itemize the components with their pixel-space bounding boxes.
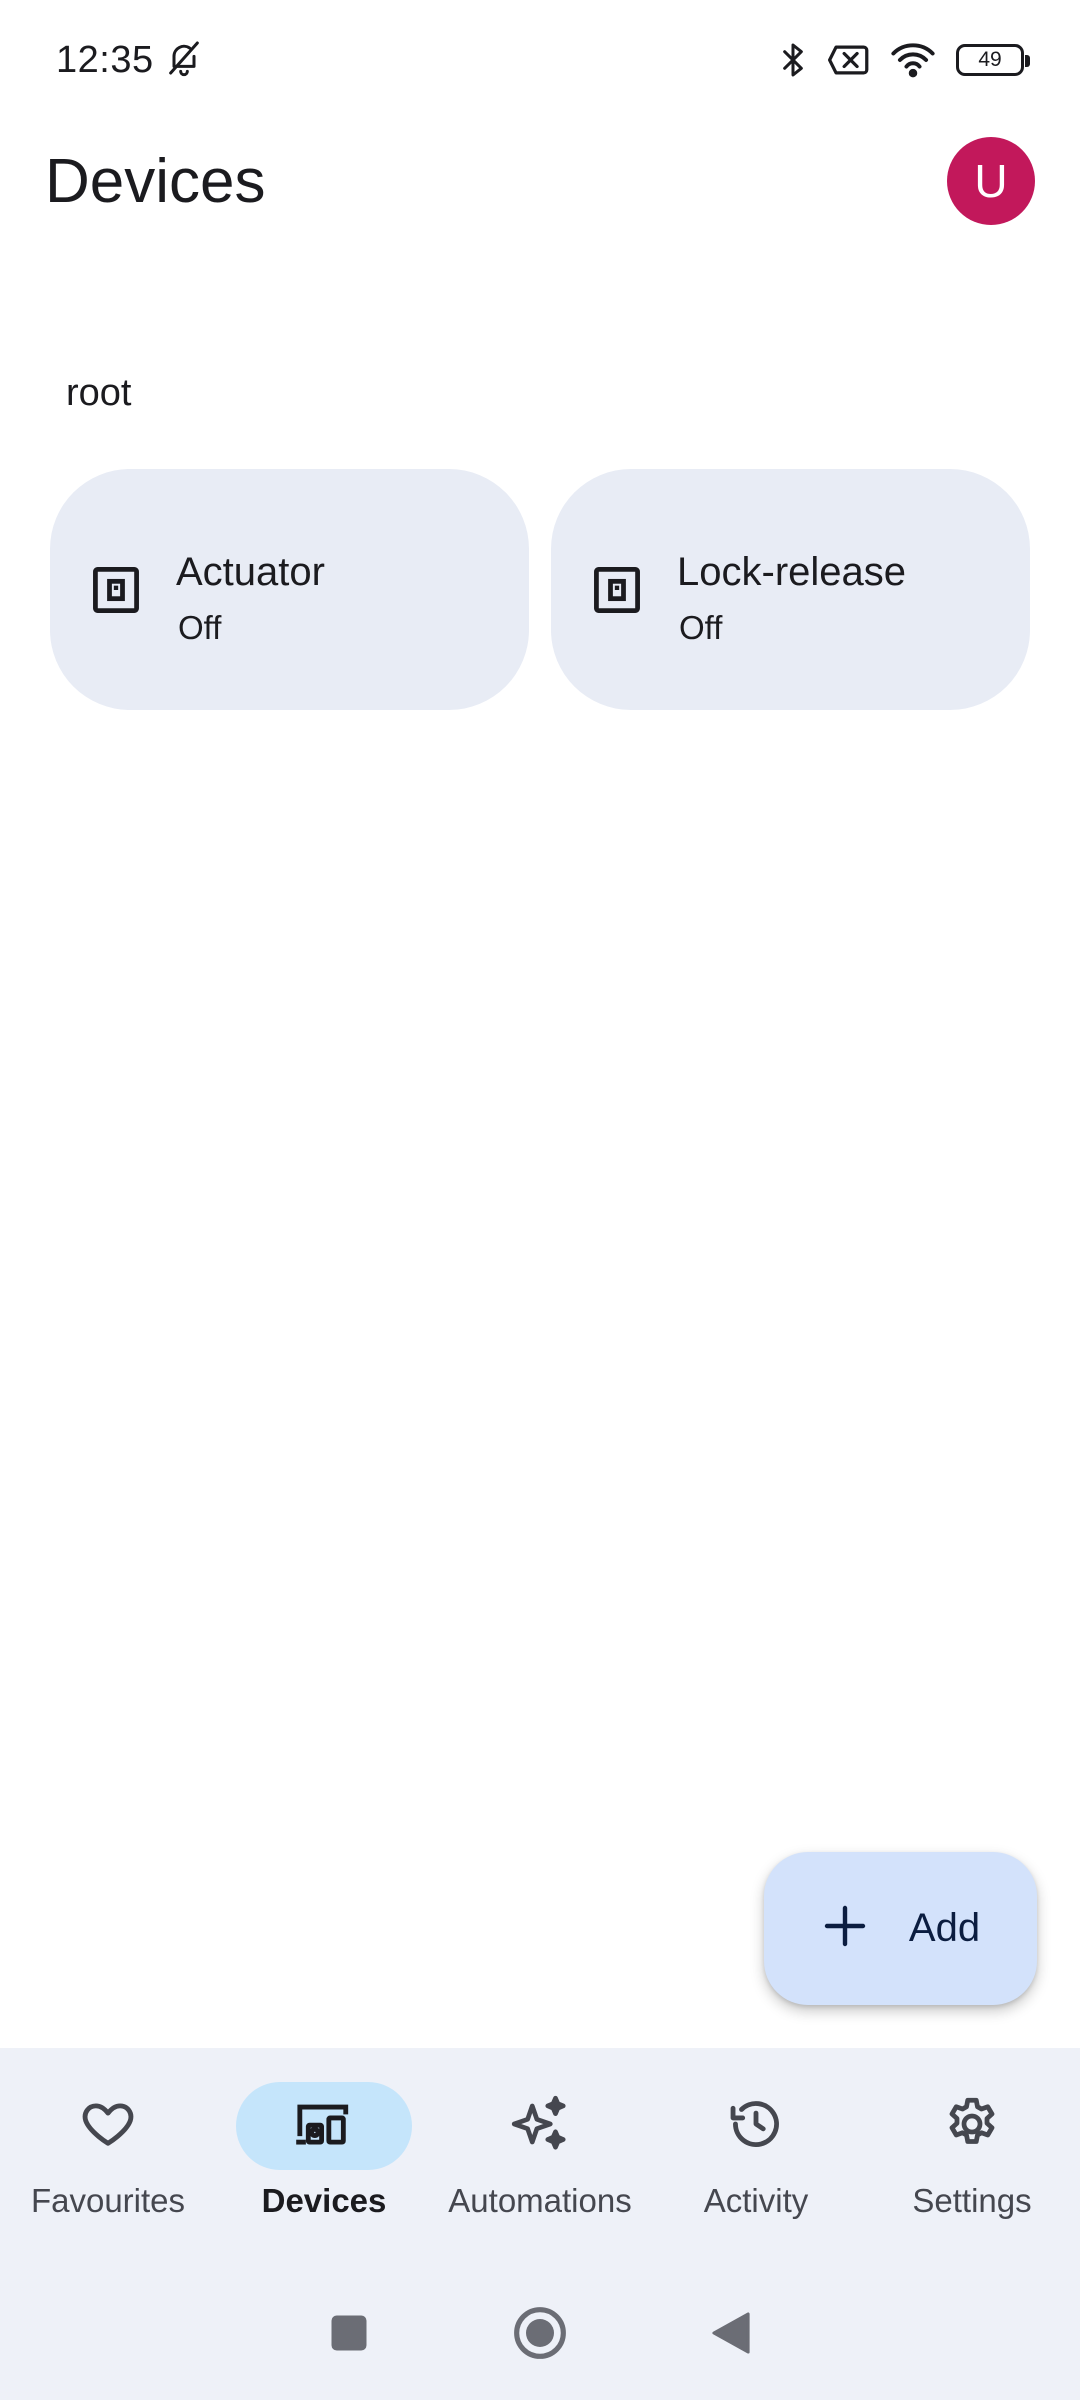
device-text: Lock-release Off (677, 532, 906, 647)
bell-off-icon (164, 38, 204, 83)
home-button[interactable] (512, 2305, 568, 2366)
nav-label: Activity (703, 2182, 809, 2219)
add-button-label: Add (908, 1906, 981, 1950)
heart-icon (79, 2095, 137, 2158)
plus-icon (821, 1902, 869, 1955)
nav-pill (452, 2082, 628, 2170)
device-name: Lock-release (677, 550, 907, 594)
nav-pill (668, 2082, 844, 2170)
nav-pill (884, 2082, 1060, 2170)
nav-item-devices[interactable]: Devices (216, 2082, 432, 2262)
recents-button[interactable] (328, 2312, 370, 2359)
system-nav (0, 2290, 1080, 2380)
app-bar: Devices U (0, 126, 1080, 236)
avatar-initial: U (974, 155, 1008, 207)
device-state: Off (679, 609, 723, 646)
back-button[interactable] (710, 2310, 752, 2361)
history-icon (727, 2095, 785, 2158)
status-left: 12:35 (56, 38, 204, 83)
nav-label: Automations (448, 2182, 632, 2219)
gear-icon (942, 2094, 1002, 2159)
nav-label: Settings (912, 2182, 1032, 2219)
status-bar: 12:35 49 (0, 0, 1080, 120)
avatar[interactable]: U (947, 137, 1035, 225)
battery-icon: 49 (956, 44, 1030, 76)
device-state: Off (178, 609, 222, 646)
battery-level: 49 (978, 48, 1002, 71)
sparkle-icon (509, 2093, 571, 2160)
nav-label: Devices (261, 2182, 387, 2219)
nav-item-automations[interactable]: Automations (432, 2082, 648, 2262)
nav-pill (20, 2082, 196, 2170)
device-square-icon (90, 564, 142, 616)
status-time: 12:35 (56, 38, 154, 81)
device-grid: Actuator Off Lock-release Off (50, 469, 1030, 710)
back-triangle-icon (710, 2310, 752, 2361)
page-title: Devices (45, 146, 266, 216)
device-name: Actuator (176, 550, 325, 594)
wifi-icon (890, 42, 936, 78)
no-sim-icon (828, 43, 870, 77)
section-label: root (66, 372, 132, 414)
device-card-actuator[interactable]: Actuator Off (50, 469, 529, 710)
nav-item-activity[interactable]: Activity (648, 2082, 864, 2262)
square-icon (328, 2312, 370, 2359)
nav-label: Favourites (30, 2182, 186, 2219)
add-button[interactable]: Add (764, 1852, 1037, 2005)
nav-item-settings[interactable]: Settings (864, 2082, 1080, 2262)
circle-icon (512, 2305, 568, 2366)
nav-pill-active (236, 2082, 412, 2170)
devices-icon (292, 2095, 356, 2158)
nav-item-favourites[interactable]: Favourites (0, 2082, 216, 2262)
status-right: 49 (778, 40, 1030, 80)
device-square-icon (591, 564, 643, 616)
device-card-lock-release[interactable]: Lock-release Off (551, 469, 1030, 710)
nav-items: Favourites Devices Automations Activity … (0, 2082, 1080, 2262)
bluetooth-icon (778, 40, 808, 80)
device-text: Actuator Off (176, 532, 325, 647)
